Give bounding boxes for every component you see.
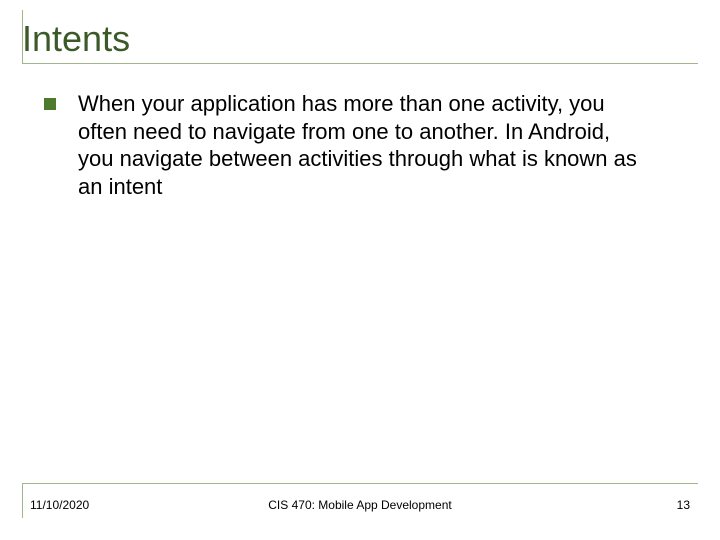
slide-footer: 11/10/2020 CIS 470: Mobile App Developme… [30, 498, 690, 512]
footer-page-number: 13 [677, 498, 690, 512]
slide-body: When your application has more than one … [44, 90, 676, 200]
slide-title: Intents [22, 18, 698, 68]
title-container: Intents [22, 18, 698, 68]
slide: Intents When your application has more t… [0, 0, 720, 540]
footer-course: CIS 470: Mobile App Development [30, 498, 690, 512]
bullet-item: When your application has more than one … [44, 90, 676, 200]
square-bullet-icon [44, 98, 56, 110]
bullet-text: When your application has more than one … [78, 90, 638, 200]
footer-date: 11/10/2020 [30, 498, 89, 512]
